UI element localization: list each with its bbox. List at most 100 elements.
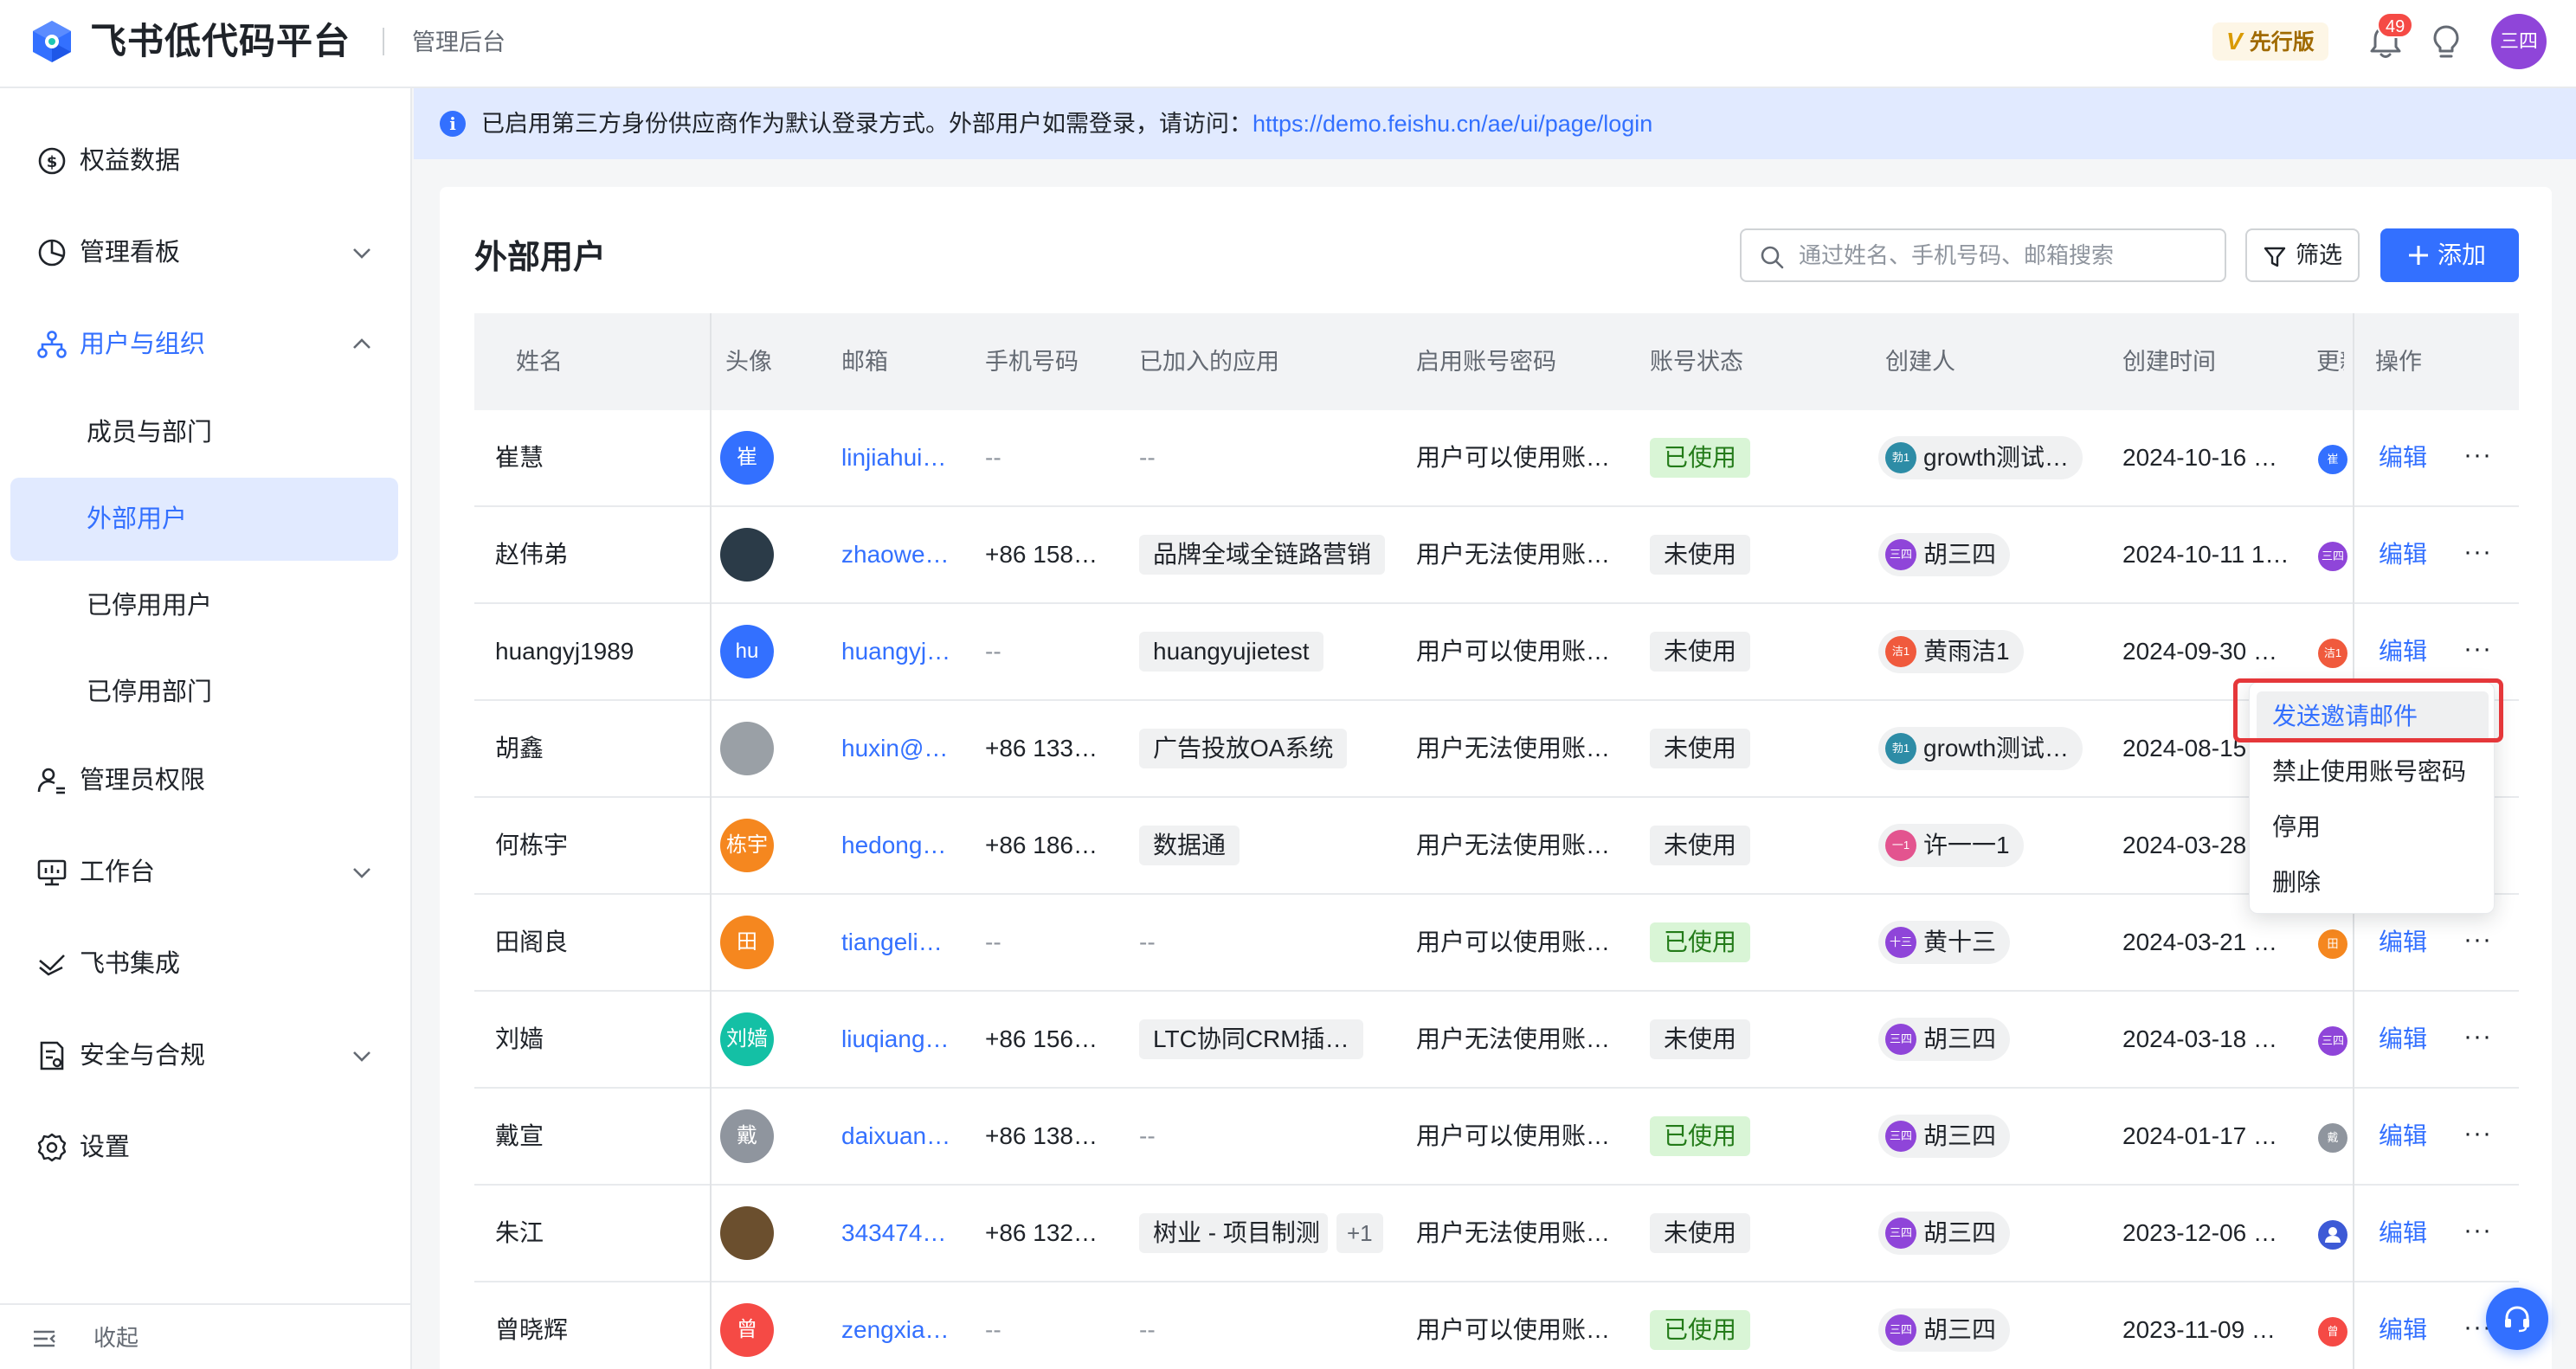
menu-item-disable-password[interactable]: 禁止使用账号密码	[2257, 747, 2489, 797]
menu-item-deactivate[interactable]: 停用	[2257, 802, 2489, 852]
more-actions-icon[interactable]: ···	[2463, 1186, 2492, 1276]
sidebar-item-external-users[interactable]: 外部用户	[10, 478, 398, 561]
column-divider	[2353, 507, 2354, 604]
edit-link[interactable]: 编辑	[2379, 410, 2427, 505]
email-link[interactable]: hedong…	[841, 798, 954, 893]
more-actions-icon[interactable]: ···	[2463, 992, 2492, 1082]
edit-link[interactable]: 编辑	[2379, 1282, 2427, 1369]
table-row[interactable]: 胡鑫 huxin@… +86 133… 广告投放OA系统 用户无法使用账… 未使用 勃1 gr…	[474, 701, 2519, 798]
creator-chip[interactable]: 十三 黄十三	[1878, 921, 2011, 964]
updater-avatar: 洁1	[2318, 639, 2347, 668]
creator-avatar: 一1	[1885, 829, 1916, 861]
collapse-label: 收起	[93, 1325, 139, 1351]
col-creator[interactable]: 创建人	[1885, 313, 1955, 410]
search-icon	[1761, 246, 1784, 269]
column-divider	[2353, 1282, 2354, 1369]
email-link[interactable]: huangyj…	[841, 604, 954, 699]
status-badge: 未使用	[1650, 535, 1751, 575]
creator-chip[interactable]: 三四 胡三四	[1878, 533, 2011, 576]
col-created-time[interactable]: 创建时间	[2122, 313, 2216, 410]
lightbulb-icon[interactable]	[2427, 22, 2465, 61]
sidebar-item-workbench[interactable]: 工作台	[10, 831, 398, 914]
sidebar-item-members-departments[interactable]: 成员与部门	[10, 391, 398, 474]
table-row[interactable]: 崔慧 崔 linjiahui… -- -- 用户可以使用账… 已使用 勃1 growth测试… 2…	[474, 410, 2519, 507]
col-password[interactable]: 启用账号密码	[1416, 313, 1556, 410]
creator-chip[interactable]: 勃1 growth测试…	[1878, 436, 2083, 479]
sidebar-item-security-compliance[interactable]: 安全与合规	[10, 1014, 398, 1097]
email-link[interactable]: daixuan…	[841, 1089, 954, 1184]
email-link[interactable]: zhaowe…	[841, 507, 954, 602]
sidebar-item-benefits[interactable]: $ 权益数据	[10, 119, 398, 202]
creator-name: growth测试…	[1923, 444, 2070, 471]
more-actions-icon[interactable]: ···	[2463, 410, 2492, 500]
sidebar-item-label: 已停用部门	[87, 678, 213, 706]
email-link[interactable]: huxin@…	[841, 701, 954, 796]
login-link[interactable]: https://demo.feishu.cn/ae/ui/page/login	[1253, 111, 1652, 137]
creator-chip[interactable]: 三四 胡三四	[1878, 1308, 2011, 1352]
user-avatar[interactable]: 三四	[2491, 14, 2547, 69]
email-link[interactable]: zengxia…	[841, 1282, 954, 1369]
sidebar-item-settings[interactable]: 设置	[10, 1106, 398, 1189]
creator-avatar: 十三	[1885, 926, 1916, 958]
search-input[interactable]	[1799, 237, 2214, 273]
user-name: 刘嫱	[495, 1025, 544, 1052]
table-row[interactable]: huangyj1989 hu huangyj… -- huangyujietest 用户可…	[474, 604, 2519, 701]
table-row[interactable]: 戴宣 戴 daixuan… +86 138… -- 用户可以使用账… 已使用 三四 胡三四 202…	[474, 1089, 2519, 1186]
phone-number: --	[985, 1316, 1001, 1343]
table-row[interactable]: 何栋宇 栋宇 hedong… +86 186… 数据通 用户无法使用账… 未使用 一1 许一一1…	[474, 798, 2519, 895]
user-name: 何栋宇	[495, 832, 569, 858]
table-row[interactable]: 刘嫱 刘嫱 liuqiang… +86 156… LTC协同CRM插… 用户无法使用账… 未…	[474, 992, 2519, 1089]
creator-name: 胡三四	[1923, 541, 1997, 568]
more-actions-icon[interactable]: ···	[2463, 507, 2492, 597]
edit-link[interactable]: 编辑	[2379, 1186, 2427, 1281]
created-time: 2024-10-11 1…	[2122, 541, 2289, 568]
info-icon: i	[440, 111, 466, 137]
edit-link[interactable]: 编辑	[2379, 507, 2427, 602]
email-link[interactable]: linjiahui…	[841, 410, 954, 505]
col-phone[interactable]: 手机号码	[985, 313, 1079, 410]
col-status[interactable]: 账号状态	[1650, 313, 1743, 410]
joined-apps: --	[1139, 1316, 1156, 1343]
col-apps[interactable]: 已加入的应用	[1139, 313, 1279, 410]
updater-avatar	[2318, 1220, 2347, 1250]
column-divider	[710, 507, 712, 604]
table-row[interactable]: 朱江 343474… +86 132… 树业 - 项目制测 +1 用户无法使用账… 未使用 三…	[474, 1186, 2519, 1282]
add-button[interactable]: 添加	[2380, 228, 2519, 282]
edition-badge[interactable]: V 先行版	[2212, 22, 2328, 61]
creator-chip[interactable]: 勃1 growth测试…	[1878, 727, 2083, 770]
sidebar-item-disabled-departments[interactable]: 已停用部门	[10, 651, 398, 734]
creator-chip[interactable]: 三四 胡三四	[1878, 1212, 2011, 1255]
edit-link[interactable]: 编辑	[2379, 992, 2427, 1087]
sidebar-item-dashboard[interactable]: 管理看板	[10, 211, 398, 294]
avatar: 崔	[720, 431, 774, 485]
edit-link[interactable]: 编辑	[2379, 1089, 2427, 1184]
help-button[interactable]	[2486, 1288, 2548, 1350]
email-link[interactable]: liuqiang…	[841, 992, 954, 1087]
status-badge: 未使用	[1650, 826, 1751, 865]
sidebar-item-disabled-users[interactable]: 已停用用户	[10, 564, 398, 647]
creator-chip[interactable]: 三四 胡三四	[1878, 1115, 2011, 1158]
table-row[interactable]: 赵伟弟 zhaowe… +86 158… 品牌全域全链路营销 用户无法使用账… 未使用 三四…	[474, 507, 2519, 604]
more-apps-tag[interactable]: +1	[1336, 1213, 1383, 1253]
table-row[interactable]: 曾晓辉 曾 zengxia… -- -- 用户可以使用账… 已使用 三四 胡三四 2023-11-…	[474, 1282, 2519, 1369]
search-box[interactable]	[1740, 228, 2226, 282]
email-link[interactable]: 343474…	[841, 1186, 954, 1281]
creator-chip[interactable]: 洁1 黄雨洁1	[1878, 630, 2024, 673]
sidebar-collapse[interactable]: 收起	[0, 1303, 410, 1369]
creator-chip[interactable]: 一1 许一一1	[1878, 824, 2024, 867]
col-email[interactable]: 邮箱	[841, 313, 888, 410]
menu-item-delete[interactable]: 删除	[2257, 858, 2489, 908]
creator-chip[interactable]: 三四 胡三四	[1878, 1018, 2011, 1061]
col-avatar[interactable]: 头像	[725, 313, 772, 410]
table-row[interactable]: 田阁良田 tiangeli… -- -- 用户可以使用账… 已使用 十三 黄十三 2024-03…	[474, 895, 2519, 992]
email-link[interactable]: tiangeli…	[841, 895, 954, 990]
col-updated[interactable]: 更新	[2316, 313, 2344, 410]
chevron-up-icon	[353, 338, 370, 349]
sidebar-item-users-org[interactable]: 用户与组织	[10, 303, 398, 386]
col-name[interactable]: 姓名	[516, 313, 563, 410]
user-name: huangyj1989	[495, 638, 634, 665]
more-actions-icon[interactable]: ···	[2463, 1089, 2492, 1179]
sidebar-item-admin-permissions[interactable]: 管理员权限	[10, 739, 398, 822]
filter-button[interactable]: 筛选	[2245, 228, 2360, 282]
sidebar-item-feishu-integration[interactable]: 飞书集成	[10, 922, 398, 1006]
